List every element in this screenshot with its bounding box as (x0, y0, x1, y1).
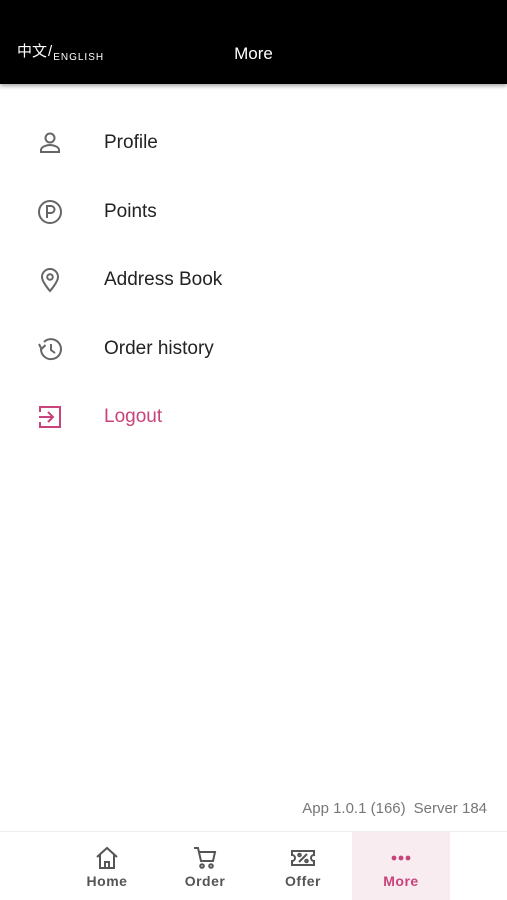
bottom-navigation: Home Order Offer More (0, 831, 507, 900)
tab-label: Offer (285, 873, 321, 889)
more-dots-icon (391, 855, 411, 861)
menu-item-address-book[interactable]: Address Book (0, 245, 507, 314)
menu-item-label: Logout (104, 406, 163, 427)
logout-icon (39, 406, 61, 428)
menu-item-points[interactable]: Points (0, 177, 507, 246)
menu-item-order-history[interactable]: Order history (0, 314, 507, 383)
menu-item-profile[interactable]: Profile (0, 108, 507, 177)
location-pin-icon (40, 268, 60, 293)
tab-more[interactable]: More (352, 832, 450, 900)
tab-label: More (383, 873, 419, 889)
menu-item-label: Points (104, 200, 157, 222)
menu-item-label: Order history (104, 337, 214, 359)
home-icon (96, 846, 118, 869)
page-title: More (234, 44, 273, 63)
more-menu: Profile Points Address Book Order histor… (0, 108, 507, 451)
history-icon (38, 337, 62, 360)
version-info: App 1.0.1 (166) Server 184 (302, 800, 487, 817)
tab-home[interactable]: Home (58, 832, 156, 900)
person-icon (40, 132, 60, 153)
menu-item-logout[interactable]: Logout (0, 382, 507, 451)
coupon-icon (291, 850, 315, 866)
points-icon (38, 199, 62, 224)
app-version: App 1.0.1 (166) (302, 800, 406, 817)
menu-item-label: Profile (104, 132, 158, 153)
app-header: 中文/ENGLISH More (0, 0, 507, 84)
cart-icon (194, 847, 217, 869)
server-version: Server 184 (413, 800, 487, 817)
tab-offer[interactable]: Offer (254, 832, 352, 900)
menu-item-label: Address Book (104, 269, 223, 290)
tab-label: Home (86, 873, 128, 889)
tab-label: Order (184, 873, 226, 889)
tab-order[interactable]: Order (156, 832, 254, 900)
